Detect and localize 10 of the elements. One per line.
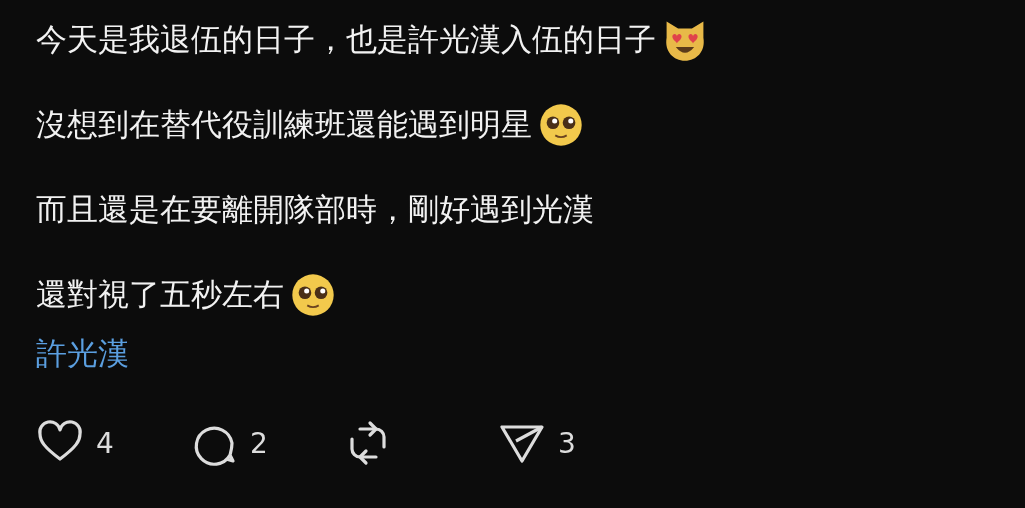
count-label: 2 <box>250 426 268 460</box>
post-text: 沒想到在替代役訓練班還能遇到明星 <box>36 105 532 144</box>
topic-link[interactable]: 許光漢 <box>36 333 129 375</box>
post-text: 還對視了五秒左右 <box>36 275 284 314</box>
pleading-face-emoji-icon <box>290 272 336 318</box>
pleading-face-emoji-icon <box>538 102 584 148</box>
count-label: 4 <box>96 426 114 460</box>
post-text: 而且還是在要離開隊部時，剛好遇到光漢 <box>36 190 594 229</box>
post-text: 今天是我退伍的日子，也是許光漢入伍的日子 <box>36 20 656 59</box>
count-label: 3 <box>558 426 576 460</box>
